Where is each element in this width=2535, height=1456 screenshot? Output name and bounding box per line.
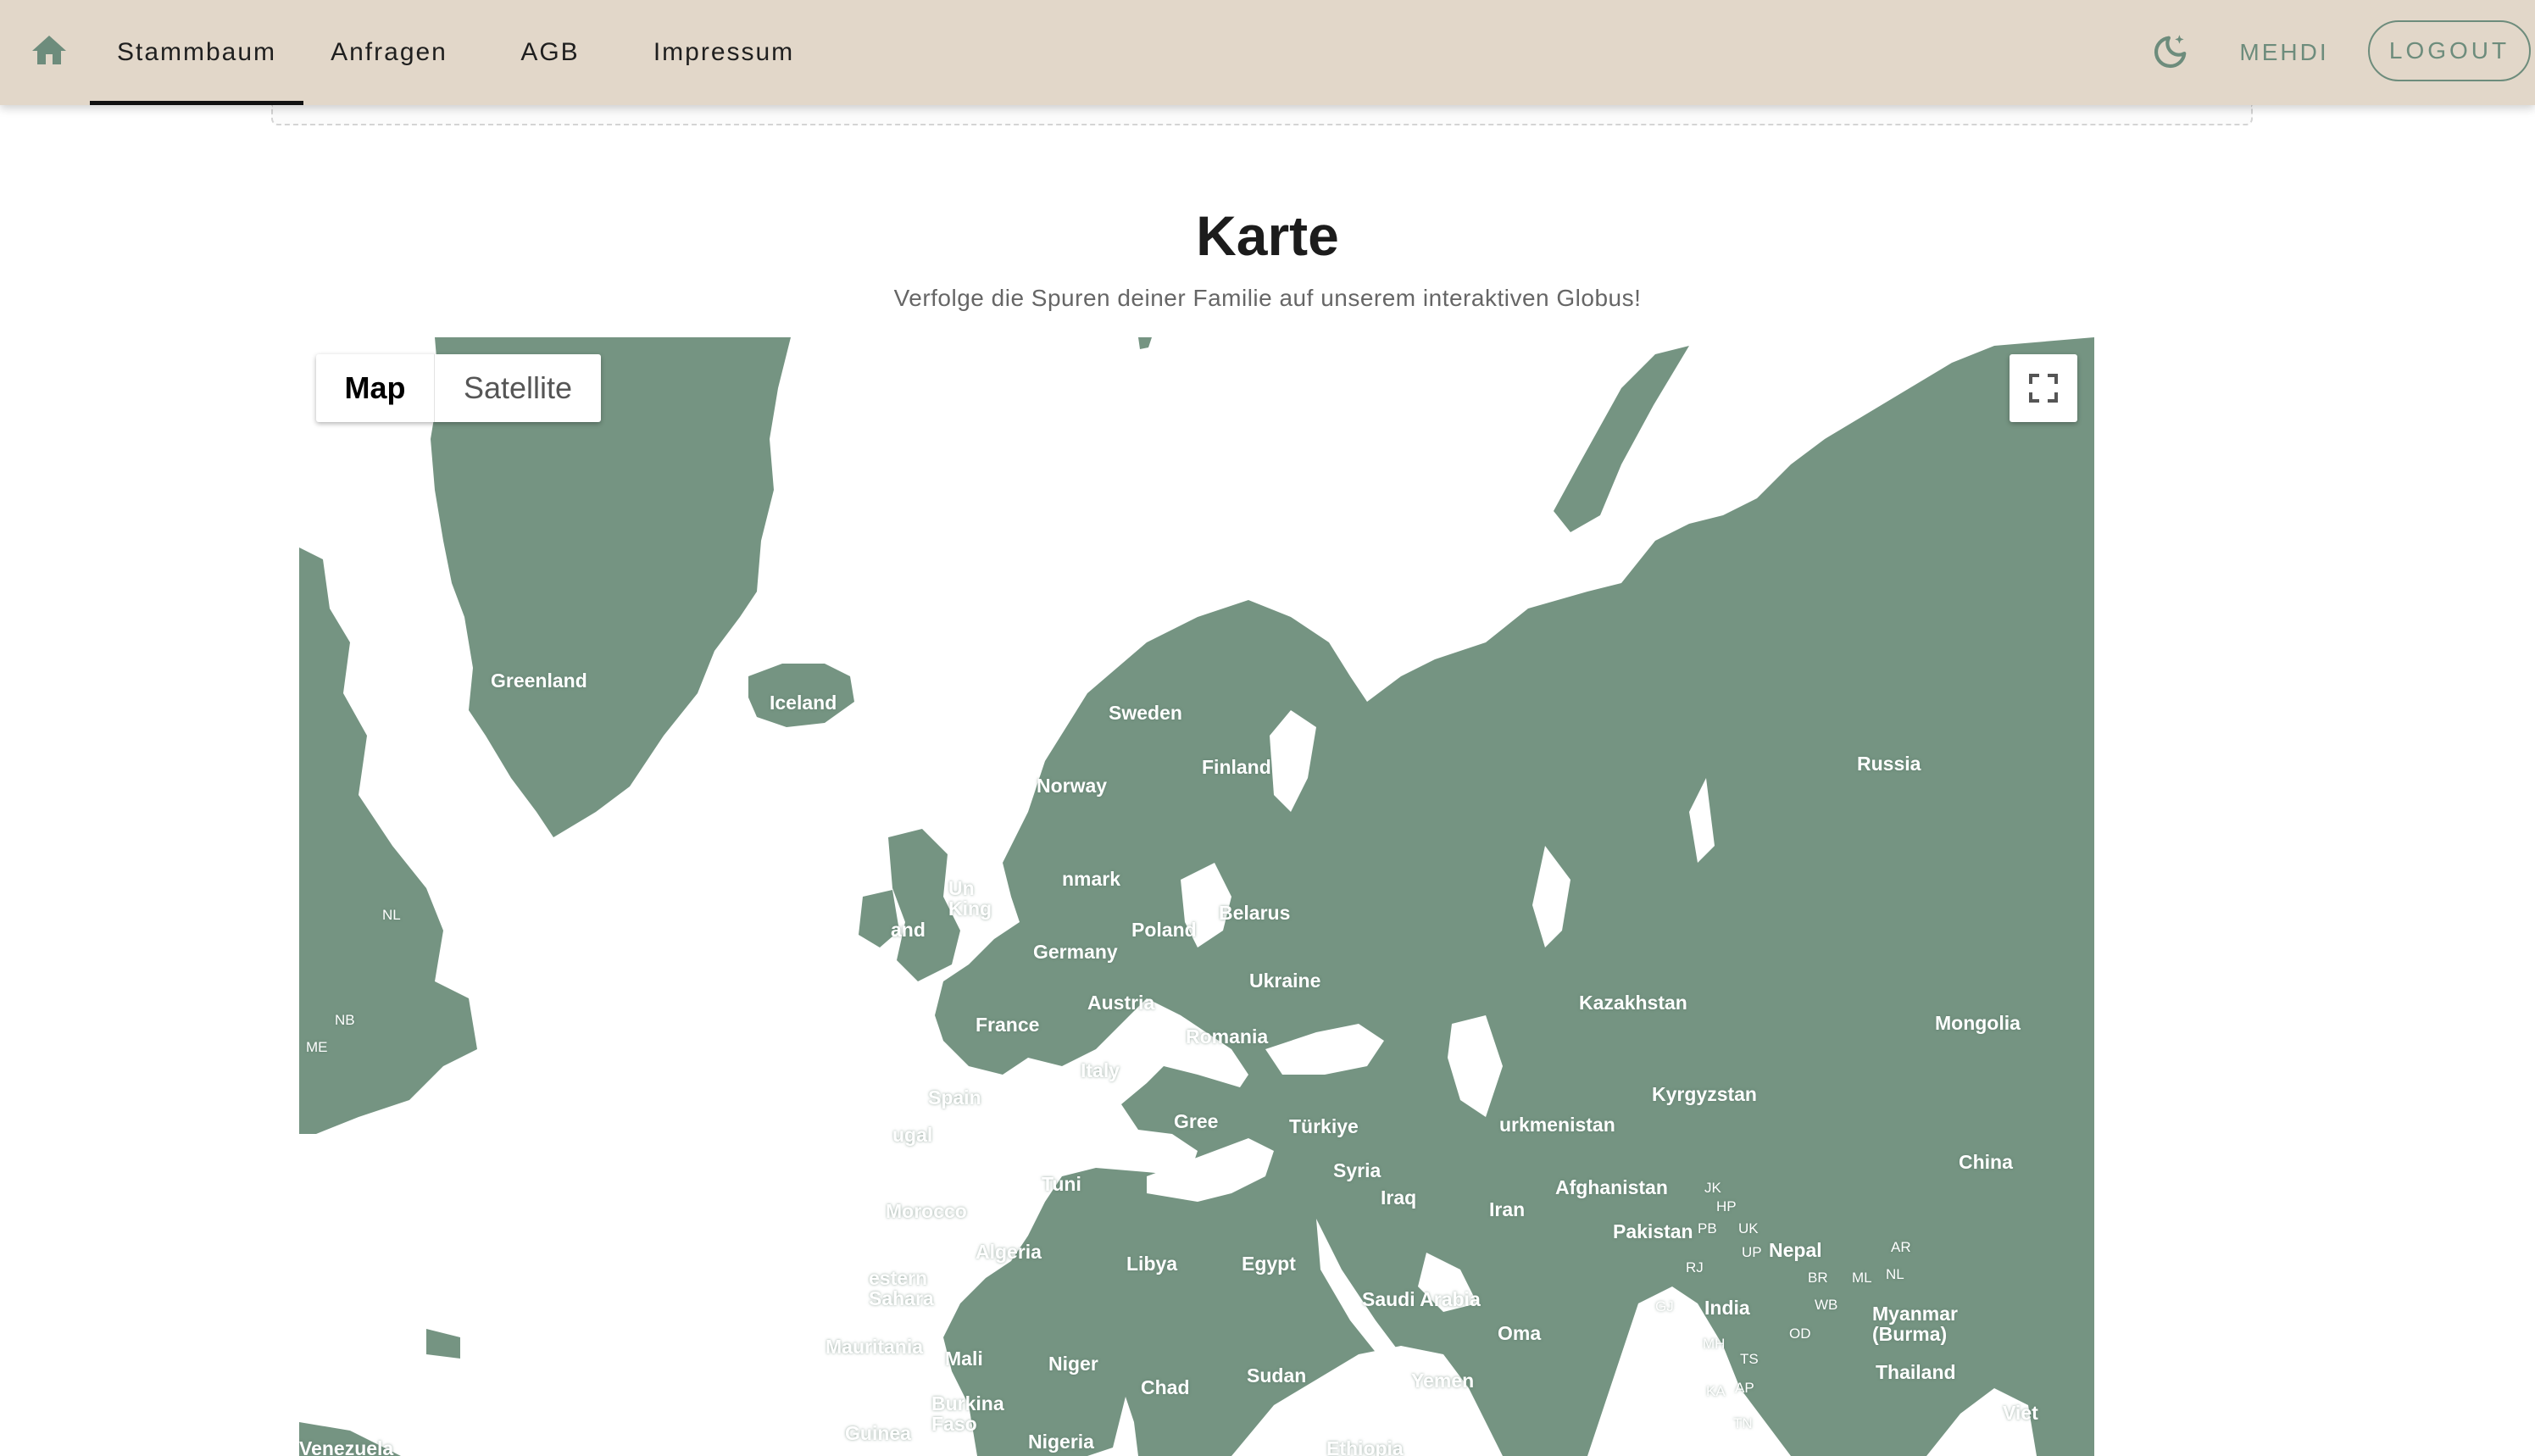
map-label: Tuni [1042,1173,1081,1195]
map-type-control: Map Satellite [316,354,601,422]
tab-agb[interactable]: AGB [498,0,602,105]
logout-button[interactable]: LOGOUT [2368,20,2531,81]
map-label: Ukraine [1249,970,1321,992]
map-label: Spain [928,1086,981,1109]
map-label-region: WB [1815,1297,1838,1313]
card-bottom-edge [271,105,2253,125]
map-label: Nepal [1769,1239,1822,1261]
tab-stammbaum[interactable]: Stammbaum [90,0,303,105]
map-label: Egypt [1242,1253,1296,1275]
page-title: Karte [1196,204,1339,267]
fullscreen-icon [2029,374,2058,403]
map-label: Myanmar (Burma) [1872,1303,1958,1345]
map-label-region: AR [1891,1239,1911,1255]
home-icon[interactable] [29,31,69,71]
map-label: China [1959,1151,2013,1173]
page-subtitle: Verfolge die Spuren deiner Familie auf u… [893,285,1642,311]
map-label-region: JK [1704,1180,1721,1196]
map-label: Mauritania [826,1336,924,1358]
map-label: Niger [1048,1353,1098,1375]
map-label: France [976,1014,1040,1036]
map-label-region: UP [1742,1244,1762,1260]
map-label-region: TN [1733,1415,1753,1431]
map-label: Mongolia [1935,1012,2021,1034]
map-label: Ethiopia [1326,1437,1404,1456]
map-label: ugal [892,1124,933,1146]
map-label: Austria [1087,992,1155,1014]
user-name[interactable]: MEHDI [2221,0,2348,105]
map-label-region: ML [1852,1270,1872,1286]
map-label: Saudi Arabia [1362,1288,1481,1310]
map-label: India [1704,1297,1750,1319]
map-label: Thailand [1876,1361,1956,1383]
map-label: Kazakhstan [1579,992,1687,1014]
map-label: Iceland [770,692,837,714]
map-label: and [891,919,926,941]
tab-impressum[interactable]: Impressum [639,0,809,105]
map-label-region: NL [1886,1266,1904,1282]
fullscreen-button[interactable] [2010,354,2077,422]
map-label: Norway [1037,775,1108,797]
map-label: estern Sahara [869,1267,934,1309]
map-label-region: AP [1735,1380,1754,1396]
map-label-region: UK [1738,1220,1759,1236]
map-label: Iraq [1381,1186,1417,1209]
map-label: Türkiye [1289,1115,1359,1137]
map-label: Un King [948,877,992,920]
map-label-region: BR [1808,1270,1828,1286]
map-label: Libya [1126,1253,1178,1275]
map-label: Morocco [886,1200,967,1222]
map-label: Sweden [1109,702,1182,724]
map-label: Venezuela [299,1437,394,1456]
map-label: Greenland [491,670,587,692]
map-label: Yemen [1411,1370,1475,1392]
map-label: Iran [1489,1198,1526,1220]
map-label: Guinea [845,1422,911,1444]
map-label-region: NL [382,907,401,923]
map-label: Gree [1174,1110,1219,1132]
map-label: nmark [1062,868,1121,890]
map-label: Afghanistan [1555,1176,1668,1198]
map-label: Sudan [1247,1364,1307,1387]
map-label: Kyrgyzstan [1652,1083,1757,1105]
tab-anfragen[interactable]: Anfragen [315,0,463,105]
map-label: Burkina Faso [931,1392,1004,1435]
map-label-region: NB [335,1012,355,1028]
map-label: Finland [1202,756,1271,778]
map-label: Viet [2003,1402,2038,1424]
map-label-region: RJ [1686,1259,1704,1275]
map-label-region: TS [1740,1351,1759,1367]
theme-toggle-icon[interactable] [2149,31,2192,73]
map-label-region: HP [1716,1198,1737,1214]
map-label-region: MH [1703,1336,1726,1352]
map-label-region: KA [1706,1383,1726,1399]
map-label: urkmenistan [1499,1114,1615,1136]
app-bar: Stammbaum Anfragen AGB Impressum MEHDI L… [0,0,2535,105]
map-label: Belarus [1219,902,1291,924]
map-label: Mali [945,1348,983,1370]
map-type-satellite-button[interactable]: Satellite [435,354,601,422]
map-label-region: OD [1789,1325,1811,1342]
map-label: Italy [1081,1059,1120,1081]
map-type-map-button[interactable]: Map [316,354,435,422]
map-label: Russia [1857,753,1921,775]
map-label: Poland [1131,919,1197,941]
map-label-region: GJ [1655,1298,1674,1314]
map-label: Algeria [976,1241,1042,1263]
map-label: Romania [1186,1025,1269,1048]
map-label: Chad [1141,1376,1190,1398]
map-label: Pakistan [1613,1220,1693,1242]
map-label: Syria [1333,1159,1381,1181]
map-label: Germany [1033,941,1118,963]
map-label-region: PB [1698,1220,1717,1236]
map-terrain[interactable] [299,337,2094,1456]
map-label: Oma [1498,1322,1542,1344]
map-label-region: ME [306,1039,328,1055]
map-label: Nigeria [1028,1431,1094,1453]
world-map[interactable]: Map Satellite Greenland Iceland Sweden F… [299,337,2094,1456]
